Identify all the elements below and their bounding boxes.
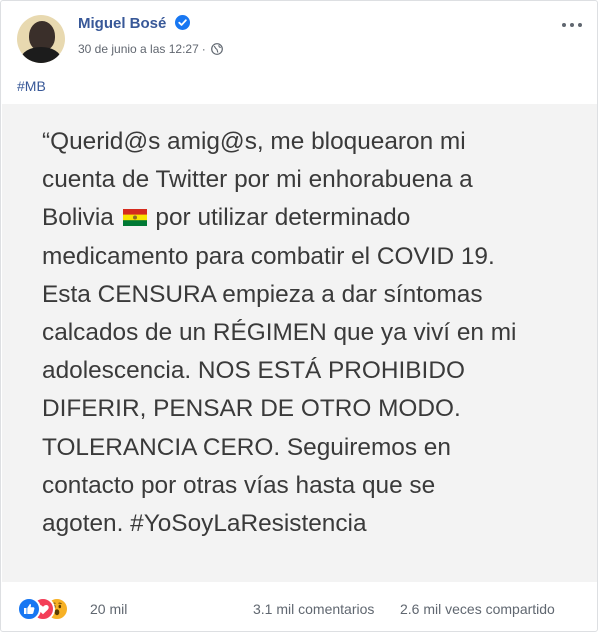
- avatar-body: [21, 47, 61, 63]
- quote-line: contacto por otras vías hasta que se: [42, 471, 436, 499]
- post-image[interactable]: “Querid@s amig@s, me bloquearon mi cuent…: [2, 104, 597, 582]
- globe-icon[interactable]: [210, 43, 223, 55]
- post-meta: 30 de junio a las 12:27 ·: [78, 42, 223, 56]
- verified-badge-icon: [174, 15, 190, 30]
- post-card: Miguel Bosé 30 de junio a las 12:27 · #MB…: [0, 0, 598, 632]
- post-author[interactable]: Miguel Bosé: [78, 15, 190, 32]
- like-icon: [17, 597, 41, 621]
- meta-separator: ·: [201, 42, 206, 56]
- quote-line: Esta CENSURA empieza a dar síntomas: [42, 280, 483, 308]
- quote-line: cuenta de Twitter por mi enhorabuena a: [42, 166, 473, 194]
- image-quote-text: “Querid@s amig@s, me bloquearon mi cuent…: [42, 123, 572, 543]
- quote-line: adolescencia. NOS ESTÁ PROHIBIDO: [42, 357, 465, 385]
- quote-line: agoten. #YoSoyLaResistencia: [42, 510, 367, 538]
- quote-line: calcados de un RÉGIMEN que ya viví en mi: [42, 319, 517, 347]
- avatar[interactable]: [17, 15, 65, 63]
- quote-line: por utilizar determinado: [148, 204, 411, 232]
- post-footer: 20 mil 3.1 mil comentarios 2.6 mil veces…: [1, 583, 597, 633]
- quote-line: TOLERANCIA CERO. Seguiremos en: [42, 433, 451, 461]
- post-hashtag[interactable]: #MB: [17, 78, 46, 94]
- reaction-count[interactable]: 20 mil: [90, 601, 127, 617]
- quote-line: DIFERIR, PENSAR DE OTRO MODO.: [42, 395, 461, 423]
- quote-line: medicamento para combatir el COVID 19.: [42, 242, 495, 270]
- shares-count[interactable]: 2.6 mil veces compartido: [400, 601, 555, 617]
- quote-line: “Querid@s amig@s, me bloquearon mi: [42, 128, 466, 155]
- bolivia-flag-icon: [122, 209, 147, 227]
- more-options-icon[interactable]: [562, 19, 586, 31]
- comments-count[interactable]: 3.1 mil comentarios: [253, 601, 374, 617]
- quote-line: Bolivia: [42, 204, 114, 232]
- post-timestamp[interactable]: 30 de junio a las 12:27: [78, 42, 199, 56]
- author-name[interactable]: Miguel Bosé: [78, 15, 166, 32]
